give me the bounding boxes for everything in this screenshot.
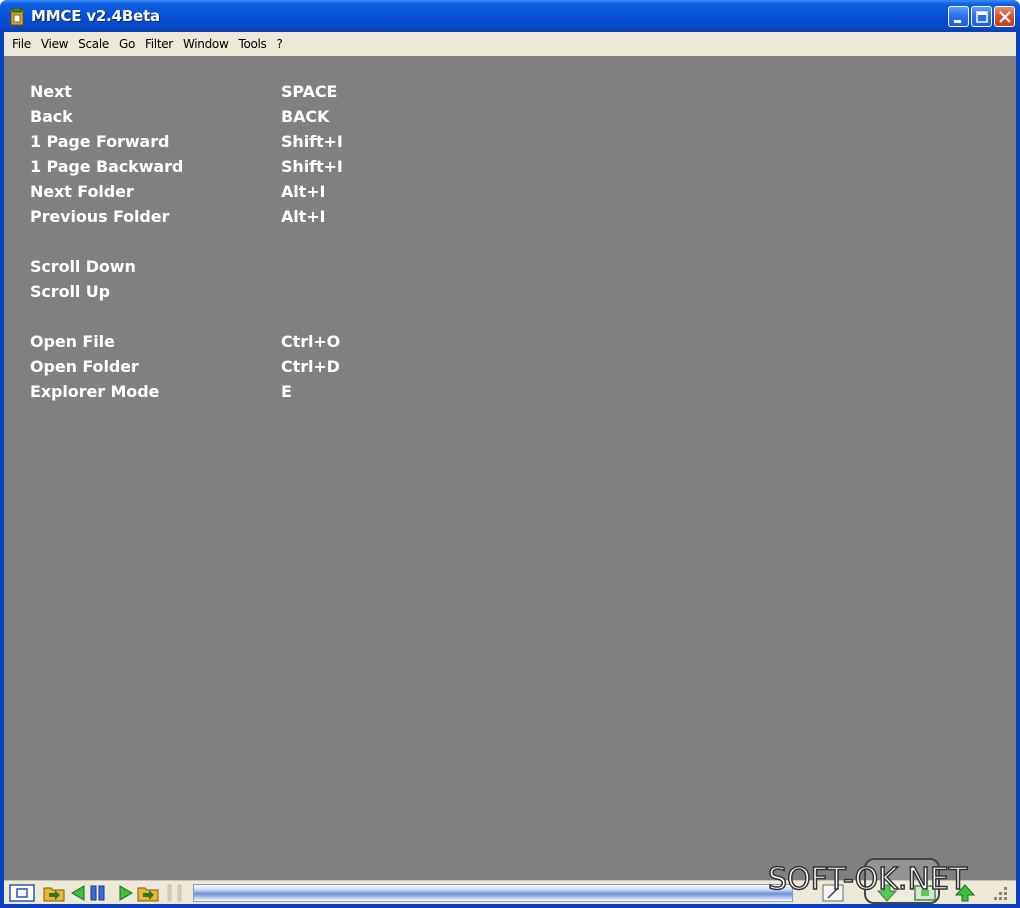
- app-icon[interactable]: [9, 8, 25, 26]
- shortcut-label: Open File: [30, 332, 115, 351]
- menu-view[interactable]: View: [41, 37, 69, 51]
- shortcut-row: 1 Page Forward Shift+I: [4, 132, 404, 154]
- next-folder-icon[interactable]: [136, 883, 162, 903]
- app-window: MMCE v2.4Beta File View Scale Go Filter …: [0, 0, 1020, 908]
- window-bottom-border: [0, 904, 1020, 908]
- shortcut-label: Next Folder: [30, 182, 134, 201]
- shortcut-row: Open Folder Ctrl+D: [4, 357, 404, 379]
- shortcut-row: Previous Folder Alt+I: [4, 207, 404, 229]
- shortcut-key: Shift+I: [281, 157, 343, 176]
- menu-window[interactable]: Window: [183, 37, 229, 51]
- shortcut-row: Next Folder Alt+I: [4, 182, 404, 204]
- window-title: MMCE v2.4Beta: [31, 7, 160, 25]
- maximize-button[interactable]: [971, 6, 992, 27]
- minimize-icon: [954, 20, 961, 23]
- shortcut-label: Explorer Mode: [30, 382, 160, 401]
- shortcut-label: Back: [30, 107, 73, 126]
- resize-grip-icon[interactable]: [990, 883, 1012, 903]
- pause-icon[interactable]: [88, 883, 108, 903]
- shortcut-key: SPACE: [281, 82, 338, 101]
- shortcut-row: Open File Ctrl+O: [4, 332, 404, 354]
- menu-tools[interactable]: Tools: [238, 37, 266, 51]
- watermark: SOFT-OK.NET: [767, 861, 968, 898]
- view-mode-icon[interactable]: [8, 883, 38, 903]
- menu-file[interactable]: File: [12, 37, 31, 51]
- title-bar[interactable]: MMCE v2.4Beta: [0, 0, 1020, 32]
- shortcut-key: E: [281, 382, 292, 401]
- shortcut-row: Scroll Down: [4, 257, 404, 279]
- close-button[interactable]: [994, 6, 1015, 27]
- maximize-icon: [976, 11, 988, 23]
- shortcut-label: Open Folder: [30, 357, 139, 376]
- shortcut-row: Next SPACE: [4, 82, 404, 104]
- shortcut-key: Ctrl+O: [281, 332, 341, 351]
- shortcut-key: Alt+I: [281, 182, 326, 201]
- shortcut-label: 1 Page Forward: [30, 132, 170, 151]
- forward-arrow-icon[interactable]: [116, 883, 136, 903]
- back-arrow-icon[interactable]: [68, 883, 88, 903]
- menu-bar: File View Scale Go Filter Window Tools ?: [4, 32, 1016, 56]
- menu-scale[interactable]: Scale: [78, 37, 109, 51]
- shortcut-label: Next: [30, 82, 72, 101]
- shortcut-key: BACK: [281, 107, 330, 126]
- viewer-area[interactable]: Next SPACE Back BACK 1 Page Forward Shif…: [4, 56, 1016, 880]
- shortcut-row: Back BACK: [4, 107, 404, 129]
- shortcut-key: Ctrl+D: [281, 357, 340, 376]
- shortcut-row: 1 Page Backward Shift+I: [4, 157, 404, 179]
- minimize-button[interactable]: [948, 6, 969, 27]
- menu-help[interactable]: ?: [277, 37, 283, 51]
- shortcut-key: Alt+I: [281, 207, 326, 226]
- grip-icon[interactable]: [164, 883, 188, 903]
- shortcut-key: Shift+I: [281, 132, 343, 151]
- menu-filter[interactable]: Filter: [145, 37, 173, 51]
- shortcut-row: Scroll Up: [4, 282, 404, 304]
- shortcut-label: Previous Folder: [30, 207, 170, 226]
- shortcut-label: Scroll Up: [30, 282, 110, 301]
- shortcut-row: Explorer Mode E: [4, 382, 404, 404]
- menu-go[interactable]: Go: [119, 37, 135, 51]
- open-folder-icon[interactable]: [42, 883, 68, 903]
- close-icon: [999, 11, 1011, 23]
- shortcut-label: 1 Page Backward: [30, 157, 184, 176]
- shortcut-label: Scroll Down: [30, 257, 136, 276]
- slider-track[interactable]: [193, 884, 793, 902]
